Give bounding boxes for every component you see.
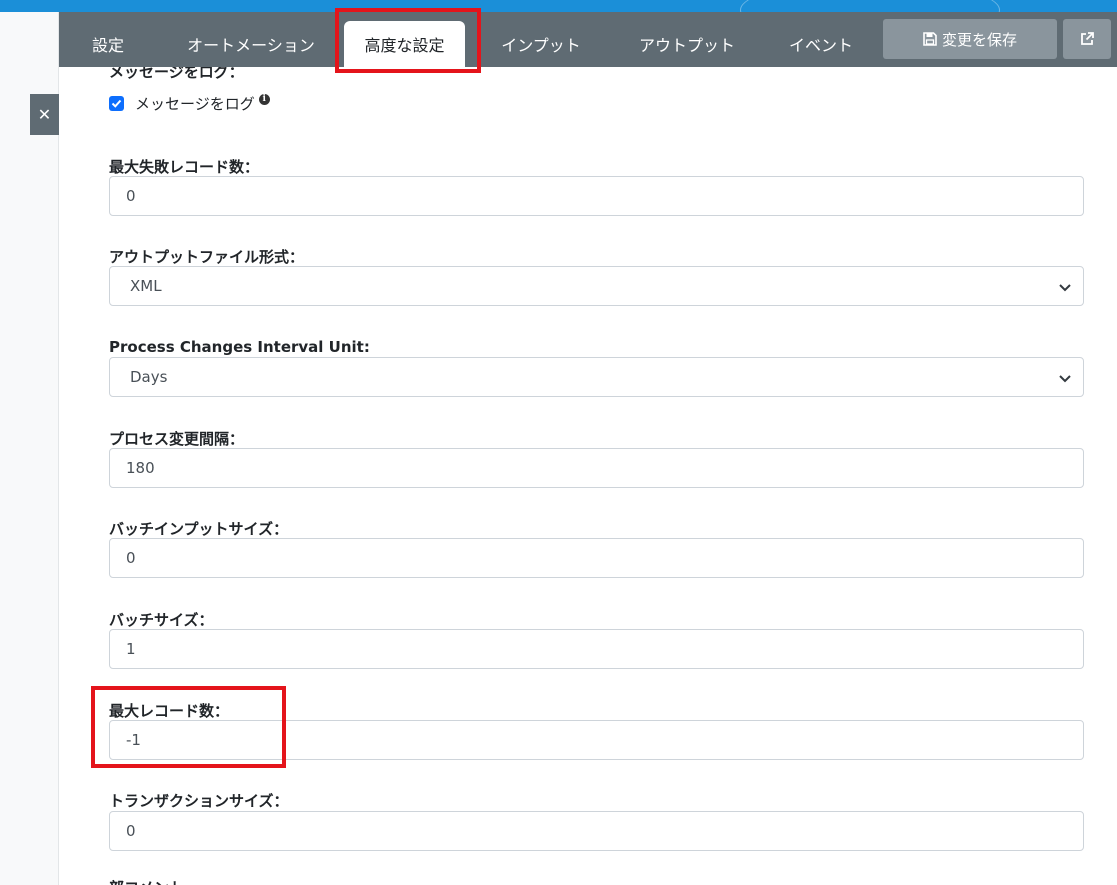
process-changes-interval-input[interactable]: 180: [109, 448, 1084, 488]
max-failed-records-label: 最大失敗レコード数：: [109, 158, 260, 176]
field-value: 180: [126, 459, 155, 477]
tab-input[interactable]: インプット: [483, 21, 599, 67]
tab-settings[interactable]: 設定: [75, 21, 141, 67]
max-records-label: 最大レコード数：: [109, 702, 230, 720]
info-icon[interactable]: i: [258, 93, 270, 105]
log-messages-checkbox[interactable]: [109, 95, 124, 111]
tab-events[interactable]: イベント: [771, 21, 871, 67]
batch-input-size-input[interactable]: 0: [109, 538, 1084, 578]
batch-input-size-label: バッチインプットサイズ：: [109, 520, 289, 538]
field-value: Days: [130, 368, 168, 386]
tab-label: 高度な設定: [364, 36, 445, 55]
process-changes-interval-label: プロセス変更間隔：: [109, 430, 245, 448]
close-icon: ✕: [37, 105, 52, 124]
tab-label: オートメーション: [187, 36, 315, 55]
process-changes-interval-unit-label: Process Changes Interval Unit:: [109, 338, 370, 356]
tab-bar: 設定 オートメーション 高度な設定 インプット アウトプット イベント 変更を保…: [59, 12, 1117, 67]
transaction-size-label: トランザクションサイズ：: [109, 792, 289, 810]
top-banner: [0, 0, 1117, 12]
batch-size-input[interactable]: 1: [109, 629, 1084, 669]
advanced-settings-panel: メッセージをログ： メッセージをログ i 最大失敗レコード数： 0 アウトプット…: [59, 67, 1117, 885]
external-link-icon: [1079, 31, 1095, 47]
log-messages-row: メッセージをログ i: [109, 93, 270, 113]
field-value: 0: [126, 549, 136, 567]
tab-automation[interactable]: オートメーション: [165, 21, 337, 67]
max-failed-records-input[interactable]: 0: [109, 176, 1084, 216]
save-changes-label: 変更を保存: [941, 30, 1017, 49]
open-external-button[interactable]: [1063, 19, 1111, 59]
chevron-down-icon: [1059, 284, 1071, 292]
tab-output[interactable]: アウトプット: [621, 21, 753, 67]
output-file-format-label: アウトプットファイル形式：: [109, 248, 305, 266]
tab-label: インプット: [501, 36, 581, 55]
log-messages-checkbox-label[interactable]: メッセージをログ: [135, 93, 255, 114]
chevron-down-icon: [1059, 375, 1071, 383]
log-messages-label: メッセージをログ：: [109, 67, 244, 81]
left-gutter: [0, 12, 59, 885]
tab-label: イベント: [788, 36, 853, 55]
save-changes-button[interactable]: 変更を保存: [883, 19, 1057, 59]
transaction-size-input[interactable]: 0: [109, 811, 1084, 851]
field-value: 0: [126, 822, 136, 840]
batch-size-label: バッチサイズ：: [109, 611, 214, 629]
close-panel-button[interactable]: ✕: [30, 94, 59, 135]
tab-label: 設定: [91, 36, 124, 55]
output-file-format-select[interactable]: XML: [109, 266, 1084, 306]
process-changes-interval-unit-select[interactable]: Days: [109, 357, 1084, 397]
tab-label: アウトプット: [638, 36, 735, 55]
floppy-disk-icon: [923, 32, 937, 46]
max-records-input[interactable]: -1: [109, 720, 1084, 760]
partial-label: 部コメント: [109, 877, 184, 885]
field-value: XML: [130, 277, 162, 295]
field-value: 0: [126, 187, 136, 205]
field-value: -1: [126, 731, 141, 749]
tab-advanced-settings[interactable]: 高度な設定: [344, 21, 465, 67]
field-value: 1: [126, 640, 136, 658]
banner-decoration: [740, 0, 1000, 12]
